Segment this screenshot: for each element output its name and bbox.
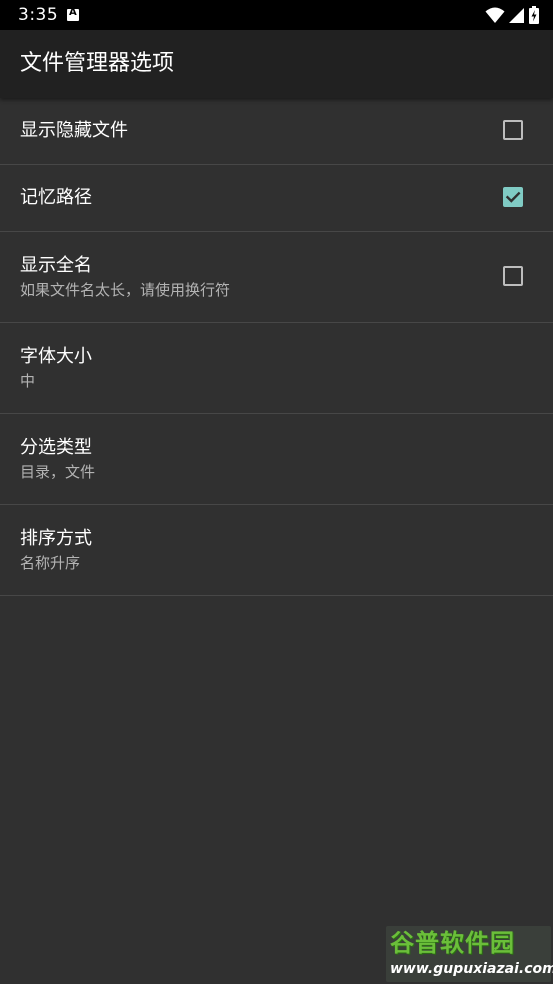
pref-show-hidden-files[interactable]: 显示隐藏文件: [0, 98, 553, 165]
pref-summary: 名称升序: [20, 554, 81, 572]
signal-icon: [509, 8, 524, 23]
status-time: 3:35: [18, 5, 59, 25]
show-hidden-files-checkbox[interactable]: [503, 120, 523, 140]
status-icons: [481, 6, 539, 24]
pref-summary: 目录，文件: [20, 463, 96, 481]
pref-title: 分选类型: [20, 437, 92, 458]
pref-title: 记忆路径: [20, 187, 92, 208]
pref-title: 字体大小: [20, 346, 92, 367]
screen: 3:35 文件管理器选项 显示隐藏文件 记忆路径: [0, 0, 553, 984]
pref-summary: 中: [20, 372, 36, 390]
pref-remember-path[interactable]: 记忆路径: [0, 165, 553, 232]
pref-sort-type[interactable]: 分选类型 目录，文件: [0, 414, 553, 505]
pref-summary: 如果文件名太长，请使用换行符: [20, 281, 231, 299]
battery-charging-icon: [529, 6, 539, 24]
pref-sort-order[interactable]: 排序方式 名称升序: [0, 505, 553, 596]
show-full-name-checkbox[interactable]: [503, 266, 523, 286]
pref-title: 显示全名: [20, 255, 92, 276]
app-bar: 文件管理器选项: [0, 30, 553, 98]
remember-path-checkbox[interactable]: [503, 187, 523, 207]
page-title: 文件管理器选项: [20, 51, 175, 76]
watermark-url: www.gupuxiazai.com: [390, 961, 553, 977]
pref-title: 显示隐藏文件: [20, 120, 128, 141]
check-icon: [505, 191, 521, 203]
pref-title: 排序方式: [20, 528, 92, 549]
watermark-logo: 谷普软件园 www.gupuxiazai.com: [386, 926, 553, 982]
pref-show-full-name[interactable]: 显示全名 如果文件名太长，请使用换行符: [0, 232, 553, 323]
preference-list: 显示隐藏文件 记忆路径 显示全名 如果文件名太长，请使用换行符 字体大小 中 分…: [0, 98, 553, 596]
notification-a-icon: [67, 7, 79, 21]
pref-font-size[interactable]: 字体大小 中: [0, 323, 553, 414]
wifi-icon: [485, 7, 505, 23]
watermark-name: 谷普软件园: [390, 929, 515, 957]
status-bar: 3:35: [0, 0, 553, 30]
